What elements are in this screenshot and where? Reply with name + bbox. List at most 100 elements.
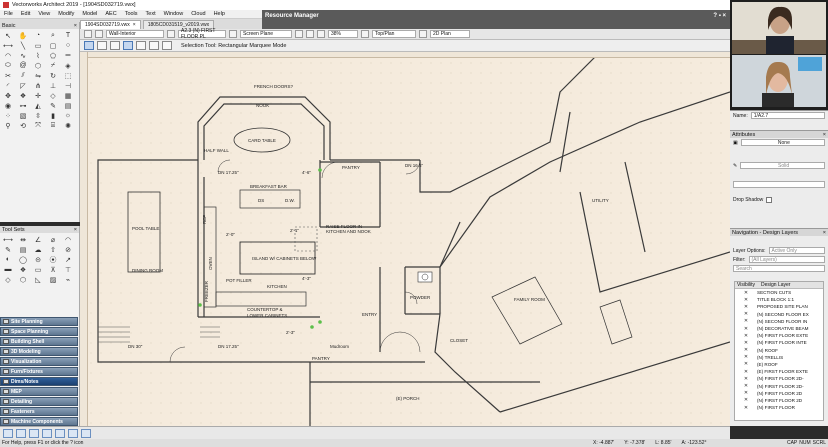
view-dropdown[interactable]: Top/Plan [372,30,416,38]
menu-tools[interactable]: Tools [121,11,142,17]
menu-help[interactable]: Help [210,11,229,17]
camera-tool-icon[interactable]: ⌸ [47,121,59,130]
close-icon[interactable]: × [74,23,77,29]
settings-icon[interactable] [162,41,172,50]
render-icon[interactable] [419,30,427,38]
layer-row[interactable]: ✕ (N) TRELLIS [735,354,823,361]
lasso-mode-icon[interactable] [136,41,146,50]
reshape-tool-icon[interactable]: ⬚ [62,71,74,80]
menu-text[interactable]: Text [142,11,160,17]
layer-options-icon[interactable] [229,30,237,38]
col-visibility[interactable]: Visibility [735,282,757,288]
rounded-rect-tool-icon[interactable]: ▢ [47,41,59,50]
doc-tab-active[interactable]: 1904SD032719.vwx × [80,20,141,29]
visibility-icon[interactable]: ✕ [735,304,757,310]
snap-intersection-icon[interactable] [55,428,65,438]
rotate-mode-icon[interactable] [110,41,120,50]
visibility-icon[interactable]: ✕ [735,376,757,382]
close-icon[interactable]: × [823,132,826,138]
connect-tool-icon[interactable]: ⊥ [47,81,59,90]
hatch-tool-icon[interactable]: ▤ [62,101,74,110]
zoom-tool-icon[interactable]: ⌕ [47,31,59,40]
zoom-out-icon[interactable] [306,30,314,38]
visibility-icon[interactable]: ✕ [735,297,757,303]
dimension-tool-icon[interactable]: ⟷ [2,235,14,244]
grid-bubble-tool-icon[interactable]: ⦿ [47,255,59,264]
toolset-building-shell[interactable]: Building Shell [0,337,78,346]
level-tool-icon[interactable]: ⊼ [47,265,59,274]
scale-mode-icon[interactable] [97,41,107,50]
horizontal-ruler[interactable] [88,52,730,58]
toolset-furn-fixtures[interactable]: Furn/Fixtures [0,367,78,376]
layer-row[interactable]: ✕ (N) SECOND FLOOR IN [735,318,823,325]
eyedropper-tool-icon[interactable]: ⌿ [47,61,59,70]
vertical-ruler[interactable] [80,52,88,426]
stipple-tool-icon[interactable]: ⁘ [2,111,14,120]
rectangle-tool-icon[interactable]: ▭ [32,41,44,50]
visibility-tool-icon[interactable]: ◉ [2,101,14,110]
menu-modify[interactable]: Modify [54,11,78,17]
layer-row[interactable]: ✕ (N) FIRST FLOOR INTE [735,339,823,346]
radial-dim-tool-icon[interactable]: ⌀ [47,235,59,244]
visibility-icon[interactable]: ✕ [735,340,757,346]
drop-shadow-checkbox[interactable] [766,196,773,203]
fill-dropdown[interactable]: None [740,139,825,146]
slope-tool-icon[interactable]: ◺ [32,275,44,284]
toolset-dims-notes[interactable]: Dims/Notes [0,377,78,386]
reference-tool-icon[interactable]: ◇ [47,91,59,100]
walkthrough-tool-icon[interactable]: ⚲ [2,121,14,130]
protractor-tool-icon[interactable]: ◭ [32,101,44,110]
rotate-tool-icon[interactable]: ↻ [47,71,59,80]
polygon-tool-icon[interactable]: ⬠ [47,51,59,60]
chamfer-tool-icon[interactable]: ◸ [17,81,29,90]
tag-tool-icon[interactable]: ◇ [2,275,14,284]
view-icon[interactable] [361,30,369,38]
visibility-icon[interactable]: ✕ [735,347,757,353]
drawing-canvas[interactable]: FRENCH DOORS? NOOK CARD TABLE HALF WALL … [80,52,730,426]
chain-dim-tool-icon[interactable]: ⇹ [17,235,29,244]
close-icon[interactable]: × [133,22,136,28]
close-icon[interactable]: × [74,227,77,233]
layer-row[interactable]: ✕ (N) FIRST FLOOR EXTE [735,332,823,339]
close-icon[interactable]: × [823,230,826,236]
image-tool-icon[interactable]: ▦ [62,91,74,100]
flyover-3d-tool-icon[interactable]: ☼ [62,111,74,120]
layer-row[interactable]: ✕ (N) FIRST FLOOR 2D [735,390,823,397]
arrow-icon[interactable] [3,428,13,438]
layer-row[interactable]: ✕ SECTION CUTS [735,289,823,296]
layer-row[interactable]: ✕ (E) FIRST FLOOR EXTE [735,368,823,375]
extrude-tool-icon[interactable]: ▮ [47,111,59,120]
zoom-in-icon[interactable] [295,30,303,38]
menu-cloud[interactable]: Cloud [187,11,209,17]
line-weight-dropdown[interactable] [733,181,825,188]
layer-row[interactable]: ✕ (N) FIRST FLOOR 2D- [735,375,823,382]
light-tool-icon[interactable]: ✺ [62,121,74,130]
toolset-3d-modeling[interactable]: 3D Modeling [0,347,78,356]
layer-row[interactable]: ✕ TITLE BLOCK 1:1 [735,296,823,303]
plane-dropdown[interactable]: Screen Plane [240,30,292,38]
visibility-icon[interactable]: ✕ [735,290,757,296]
toolset-fasteners[interactable]: Fasteners [0,407,78,416]
visibility-icon[interactable]: ✕ [735,326,757,332]
callout-tool-icon[interactable]: ✎ [47,101,59,110]
text-tool-icon[interactable]: T [62,31,74,40]
fit-view-icon[interactable] [317,30,325,38]
visibility-icon[interactable]: ✕ [735,383,757,389]
layer-row[interactable]: ✕ PROPOSED SITE PLAN [735,303,823,310]
visibility-icon[interactable]: ✕ [735,311,757,317]
pointer-mode-icon[interactable] [84,41,94,50]
visibility-icon[interactable]: ✕ [735,390,757,396]
note-tool-icon[interactable]: ▤ [17,245,29,254]
attribute-tool-icon[interactable]: ◈ [62,61,74,70]
split-tool-icon[interactable]: ⋔ [32,81,44,90]
double-line-tool-icon[interactable]: ═ [62,51,74,60]
push-pull-tool-icon[interactable]: ⇳ [32,111,44,120]
snap-object-icon[interactable] [29,428,39,438]
layer-row[interactable]: ✕ (N) FIRST FLOOR 2D [735,397,823,404]
symbol-tool-icon[interactable]: ❖ [17,265,29,274]
polyline-tool-icon[interactable]: ⌇ [32,51,44,60]
menu-model[interactable]: Model [78,11,101,17]
polygon-mode-icon[interactable] [149,41,159,50]
mirror-tool-icon[interactable]: ⇋ [32,71,44,80]
elevation-marker-tool-icon[interactable]: ◐ [2,255,14,264]
